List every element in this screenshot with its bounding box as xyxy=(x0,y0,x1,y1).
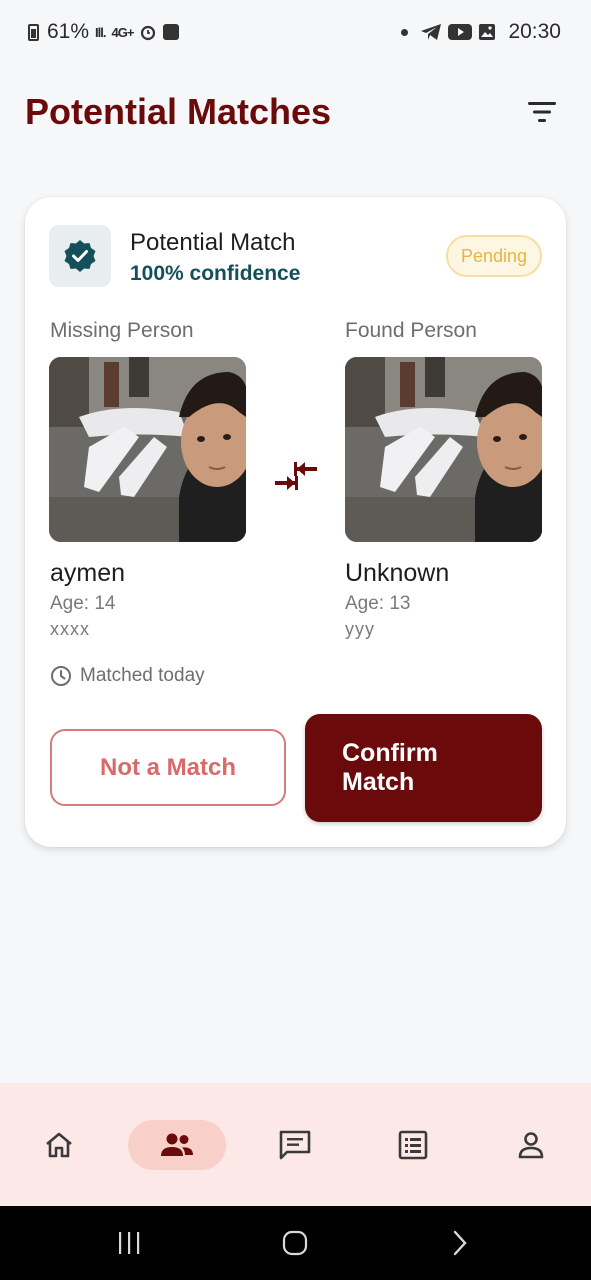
chevron-right-icon xyxy=(453,1230,467,1256)
battery-level: 61% xyxy=(47,20,90,43)
recent-apps-button[interactable] xyxy=(112,1228,146,1258)
nav-reports[interactable] xyxy=(389,1120,437,1170)
matched-time-row: Matched today xyxy=(50,665,205,687)
app-screen: 61% Ill. 4G+ 20:30 Potential Matches Pot… xyxy=(0,0,591,1280)
verified-badge xyxy=(49,225,111,287)
dot-icon xyxy=(401,28,409,36)
match-confidence: 100% confidence xyxy=(130,262,301,285)
found-person-label: Found Person xyxy=(345,319,477,342)
missing-person-label: Missing Person xyxy=(50,319,194,342)
page-title: Potential Matches xyxy=(25,91,332,132)
match-card-header: Potential Match 100% confidence Pending xyxy=(49,225,542,287)
person-photo-image xyxy=(345,357,542,542)
page-header: Potential Matches xyxy=(25,80,566,144)
recent-apps-icon xyxy=(119,1232,140,1254)
battery-icon xyxy=(28,23,39,41)
bottom-nav xyxy=(0,1083,591,1206)
verified-icon xyxy=(64,240,96,272)
person-icon xyxy=(518,1132,544,1159)
chat-icon xyxy=(279,1130,311,1160)
youtube-icon xyxy=(448,24,473,40)
people-icon xyxy=(161,1133,193,1156)
filter-icon xyxy=(528,102,556,122)
confirm-match-label: Confirm Match xyxy=(342,739,438,796)
found-person-note: yyy xyxy=(345,619,375,639)
confirm-match-button[interactable]: Confirm Match xyxy=(305,714,542,822)
filter-button[interactable] xyxy=(518,88,566,136)
missing-person-name: aymen xyxy=(50,559,126,587)
match-title: Potential Match xyxy=(130,229,296,256)
person-photo-image xyxy=(49,357,246,542)
status-left: 61% Ill. 4G+ xyxy=(28,20,180,44)
clock-icon xyxy=(51,666,71,686)
home-icon xyxy=(46,1132,72,1158)
home-system-button[interactable] xyxy=(278,1228,312,1258)
matched-time: Matched today xyxy=(80,665,205,686)
system-nav-bar xyxy=(0,1206,591,1280)
nav-home[interactable] xyxy=(35,1120,83,1170)
signal-icon: Ill. xyxy=(95,24,106,40)
match-card: Potential Match 100% confidence Pending … xyxy=(25,197,566,847)
found-person-name: Unknown xyxy=(345,559,450,587)
missing-person-photo[interactable] xyxy=(49,357,246,542)
nav-messages[interactable] xyxy=(271,1120,319,1170)
found-person-age: Age: 13 xyxy=(345,593,411,614)
missing-person-note: xxxx xyxy=(50,619,90,639)
nav-profile[interactable] xyxy=(507,1120,555,1170)
compare-arrows-icon xyxy=(273,459,319,498)
telegram-icon xyxy=(421,24,442,40)
found-person-photo[interactable] xyxy=(345,357,542,542)
network-type: 4G+ xyxy=(111,24,134,40)
list-icon xyxy=(398,1130,428,1160)
clock: 20:30 xyxy=(508,20,561,43)
status-right: 20:30 xyxy=(401,20,561,44)
not-a-match-button[interactable]: Not a Match xyxy=(50,729,286,806)
app-notification-icon xyxy=(163,24,180,40)
status-badge: Pending xyxy=(445,235,542,277)
nav-matches[interactable] xyxy=(128,1120,226,1170)
back-button[interactable] xyxy=(446,1228,474,1258)
status-bar: 61% Ill. 4G+ 20:30 xyxy=(0,0,591,64)
home-circle-icon xyxy=(282,1230,308,1256)
gallery-icon xyxy=(479,24,496,40)
missing-person-age: Age: 14 xyxy=(50,593,116,614)
alarm-icon xyxy=(141,25,156,41)
